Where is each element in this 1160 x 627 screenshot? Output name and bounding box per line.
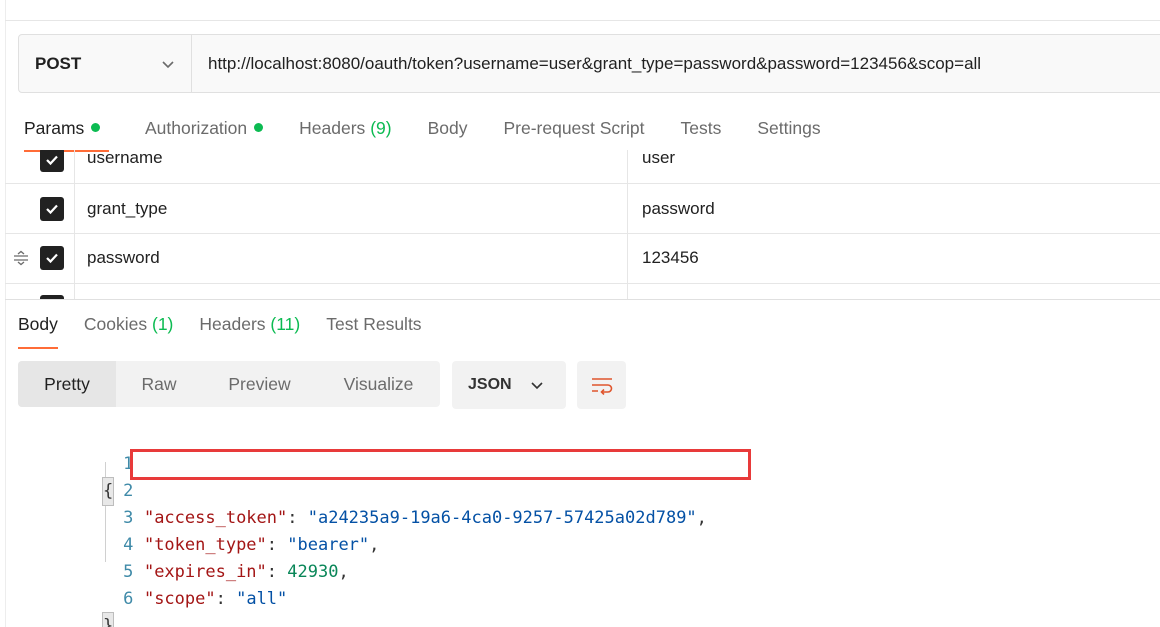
view-preview-button[interactable]: Preview (202, 361, 317, 407)
line-number: 2 (123, 481, 134, 501)
close-brace: } (101, 612, 115, 627)
tab-headers-count: (9) (370, 118, 392, 138)
table-row: grant_type password (5, 184, 1160, 234)
tab-cookies[interactable]: Cookies (1) (84, 314, 174, 335)
request-tabs: Params Authorization Headers (9) Body Pr… (24, 118, 857, 154)
json-key: "expires_in" (143, 562, 267, 582)
url-input[interactable]: http://localhost:8080/oauth/token?userna… (192, 54, 1160, 74)
checkbox-checked-icon[interactable] (40, 246, 64, 270)
table-row: password 123456 (5, 234, 1160, 284)
request-bar: POST http://localhost:8080/oauth/token?u… (18, 34, 1160, 93)
top-divider (5, 20, 1160, 21)
line-number: 1 (123, 454, 134, 474)
param-key[interactable]: username (87, 150, 163, 168)
format-select[interactable]: JSON (452, 361, 566, 409)
json-key: "scope" (143, 589, 216, 609)
checkbox-checked-icon[interactable] (40, 197, 64, 221)
code-line: 3 "token_type": "bearer", (0, 478, 379, 555)
line-number: 5 (123, 562, 134, 582)
view-raw-button[interactable]: Raw (116, 361, 202, 407)
code-line: 4 "expires_in": 42930, (0, 505, 349, 582)
tab-tests[interactable]: Tests (681, 118, 722, 154)
code-line: 1 { (0, 424, 133, 506)
checkbox-checked-icon[interactable] (40, 150, 64, 172)
code-line: 5 "scope": "all" (0, 532, 287, 609)
json-key: "access_token" (143, 508, 288, 528)
tab-cookies-label: Cookies (83, 314, 148, 334)
param-value[interactable]: 123456 (642, 248, 699, 268)
wrap-lines-icon (591, 378, 612, 395)
param-key[interactable]: grant_type (87, 199, 167, 219)
response-tabs: Body Cookies (1) Headers (11) Test Resul… (18, 314, 448, 349)
line-number: 4 (123, 535, 134, 555)
table-row: username user (5, 150, 1160, 184)
tab-params[interactable]: Params (24, 118, 109, 154)
pane-divider[interactable] (5, 299, 1160, 300)
chevron-down-icon (162, 60, 174, 68)
json-key: "token_type" (143, 535, 267, 555)
authorization-indicator-dot (254, 123, 264, 132)
view-mode-selector: Pretty Raw Preview Visualize (18, 361, 440, 407)
tab-authorization[interactable]: Authorization (145, 118, 264, 154)
tab-response-headers-label: Headers (199, 314, 266, 334)
method-select[interactable]: POST (19, 35, 192, 92)
wrap-lines-button[interactable] (577, 361, 626, 409)
view-visualize-button[interactable]: Visualize (317, 361, 440, 407)
param-value[interactable]: user (642, 150, 675, 168)
postman-window: POST http://localhost:8080/oauth/token?u… (0, 0, 1160, 627)
drag-handle-icon[interactable] (13, 250, 29, 266)
tab-settings[interactable]: Settings (757, 118, 820, 154)
code-line: 2 "access_token": "a24235a9-19a6-4ca0-92… (0, 451, 707, 528)
json-value: "a24235a9-19a6-4ca0-9257-57425a02d789" (307, 508, 697, 528)
param-value[interactable]: password (642, 199, 715, 219)
tab-authorization-label: Authorization (145, 118, 248, 138)
json-value: 42930 (287, 562, 339, 582)
param-key[interactable]: password (87, 248, 160, 268)
params-indicator-dot (91, 123, 101, 132)
access-token-highlight-box (130, 449, 751, 480)
json-value: "all" (236, 589, 288, 609)
view-pretty-button[interactable]: Pretty (18, 361, 116, 407)
tab-response-body[interactable]: Body (18, 314, 58, 349)
chevron-down-icon (531, 382, 543, 390)
tab-test-results[interactable]: Test Results (326, 314, 421, 335)
json-value: "bearer" (287, 535, 370, 555)
tab-params-label: Params (24, 118, 85, 138)
line-number: 3 (123, 508, 134, 528)
tab-response-headers-count: (11) (270, 314, 301, 334)
table-row (5, 284, 1160, 300)
code-line: 6 } (0, 559, 133, 627)
tab-cookies-count: (1) (152, 314, 174, 334)
method-label: POST (35, 53, 82, 73)
params-table: username user grant_type password passwo… (5, 150, 1160, 300)
format-label: JSON (468, 376, 512, 393)
tab-headers[interactable]: Headers (9) (299, 118, 391, 154)
line-number: 6 (123, 589, 134, 609)
tab-response-headers[interactable]: Headers (11) (199, 314, 300, 335)
tab-pre-request-script[interactable]: Pre-request Script (503, 118, 644, 154)
tab-headers-label: Headers (299, 118, 366, 138)
tab-body[interactable]: Body (428, 118, 468, 154)
